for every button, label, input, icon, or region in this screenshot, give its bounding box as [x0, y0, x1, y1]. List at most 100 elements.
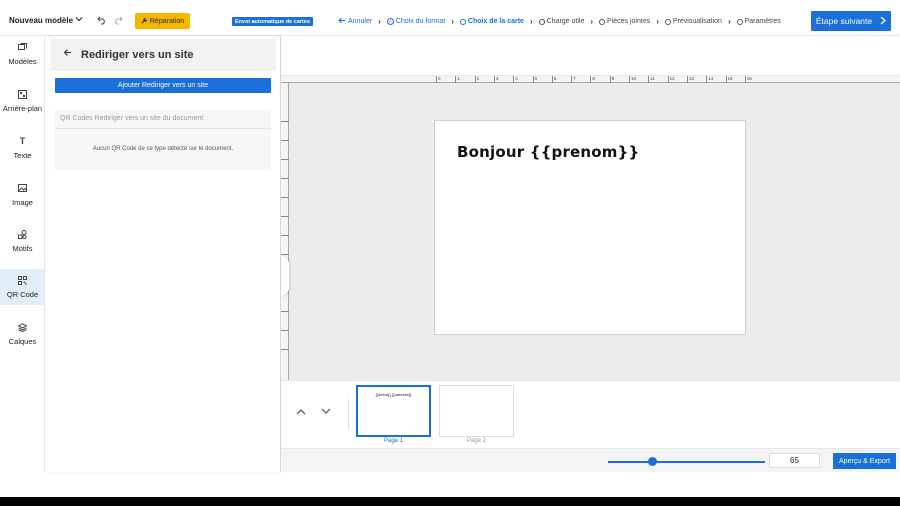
- ruler-tick: [281, 159, 289, 160]
- ruler-tick-label: 12: [667, 76, 675, 83]
- qr-code-list: QR Codes Rediriger vers un site du docum…: [55, 110, 271, 170]
- circle-icon: [664, 18, 671, 25]
- repair-button[interactable]: Réparation: [135, 13, 190, 29]
- ruler-tick: [281, 178, 289, 179]
- card-page[interactable]: Bonjour {{prenom}}: [434, 120, 746, 335]
- ruler-tick-label: 6: [551, 76, 557, 83]
- next-step-label: Étape suivante: [815, 16, 873, 26]
- sidebar-item-layers[interactable]: Calques: [0, 316, 45, 352]
- step-preview[interactable]: Prévisualisation: [664, 18, 722, 25]
- zoom-slider-track[interactable]: [608, 461, 765, 463]
- divider: [348, 399, 349, 429]
- vertical-ruler: [281, 83, 289, 380]
- ruler-tick-label: 4: [513, 76, 518, 83]
- next-step-button[interactable]: Étape suivante: [811, 11, 891, 31]
- zoom-slider-handle[interactable]: [647, 457, 657, 466]
- sidebar-item-image[interactable]: Image: [0, 177, 45, 213]
- arrow-down-icon[interactable]: [321, 407, 331, 418]
- ruler-tick-label: 8: [590, 76, 595, 83]
- step-card[interactable]: Choix de la carte: [459, 18, 524, 25]
- divider: [55, 128, 271, 129]
- ruler-tick: [281, 254, 289, 255]
- toolbar-band: [281, 36, 900, 76]
- qr-code-panel: Rediriger vers un site Ajouter Rediriger…: [46, 36, 281, 472]
- background-icon: [18, 89, 27, 99]
- ruler-tick-label: 14: [706, 76, 714, 83]
- redo-icon[interactable]: [113, 15, 123, 28]
- page-thumbnail-2[interactable]: [439, 385, 514, 437]
- circle-icon: [538, 18, 545, 25]
- ruler-tick-label: 5: [532, 76, 538, 83]
- step-settings[interactable]: Paramètres: [736, 18, 781, 25]
- sidebar-item-text[interactable]: T Texte: [0, 130, 45, 166]
- step-separator-icon: ›: [378, 17, 381, 26]
- ruler-tick-label: 9: [609, 76, 615, 83]
- repair-label: Réparation: [149, 17, 185, 25]
- zoom-bar: 65 Aperçu & Export: [281, 448, 900, 472]
- app-window: Nouveau modèle Réparation Envoi automati…: [0, 0, 900, 497]
- auto-send-badge: Envoi automatique de cartes: [232, 17, 313, 26]
- wizard-steps: Annuler › ✓ Choix du format › Choix de l…: [338, 17, 781, 26]
- sidebar-item-shapes[interactable]: Motifs: [0, 223, 45, 259]
- canvas-text-element[interactable]: Bonjour {{prenom}}: [457, 143, 639, 161]
- page-thumbnail-1[interactable]: {{début}} {{adresse}}: [356, 385, 431, 437]
- back-arrow-icon[interactable]: [63, 48, 72, 60]
- step-separator-icon: ›: [727, 17, 731, 26]
- top-bar: Nouveau modèle Réparation Envoi automati…: [0, 6, 900, 36]
- circle-icon: [459, 18, 466, 25]
- preview-export-button[interactable]: Aperçu & Export: [833, 453, 896, 469]
- empty-state-message: Aucun QR Code de ce type détecté sur le …: [92, 146, 234, 152]
- page-label-2: Page 2: [466, 438, 487, 444]
- sidebar-item-templates[interactable]: Modèles: [0, 36, 45, 72]
- layers-icon: [17, 322, 28, 332]
- undo-icon[interactable]: [97, 15, 107, 28]
- add-redirect-button[interactable]: Ajouter Rediriger vers un site: [55, 78, 271, 93]
- ruler-tick: [281, 235, 289, 236]
- zoom-input[interactable]: 65: [769, 453, 820, 468]
- step-separator-icon: ›: [451, 17, 454, 26]
- arrow-left-icon: [338, 17, 346, 26]
- ruler-tick: [281, 216, 289, 217]
- ruler-tick: [281, 311, 289, 312]
- step-attachments[interactable]: Pièces jointes: [599, 18, 650, 25]
- arrow-up-icon[interactable]: [296, 407, 306, 418]
- sidebar-item-background[interactable]: Arrière-plan: [0, 83, 45, 119]
- ruler-tick-label: 13: [686, 76, 694, 83]
- step-separator-icon: ›: [590, 17, 594, 26]
- step-separator-icon: ›: [529, 17, 533, 26]
- circle-icon: [599, 18, 606, 25]
- ruler-tick-label: 1: [455, 76, 460, 83]
- ruler-tick-label: 16: [744, 76, 752, 83]
- qr-list-header: QR Codes Rediriger vers un site du docum…: [60, 115, 204, 122]
- ruler-tick: [281, 197, 289, 198]
- templates-icon: [18, 42, 27, 52]
- ruler-tick: [281, 349, 289, 350]
- step-separator-icon: ›: [656, 17, 659, 26]
- chevron-right-icon: [880, 15, 887, 27]
- step-format[interactable]: ✓ Choix du format: [386, 18, 445, 25]
- ruler-tick: [281, 140, 289, 141]
- thumbnail-preview-text: {{début}} {{adresse}}: [375, 392, 412, 397]
- ruler-tick: [281, 121, 289, 122]
- shapes-icon: [18, 229, 27, 239]
- chevron-down-icon[interactable]: [75, 15, 83, 25]
- pages-bar: {{début}} {{adresse}} Page 1 Page 2: [281, 380, 900, 448]
- ruler-tick-label: 7: [571, 76, 576, 83]
- left-sidebar: Modèles Arrière-plan T Texte Image Motif…: [0, 36, 45, 472]
- sidebar-item-qr-code[interactable]: QR Code: [0, 269, 45, 305]
- image-icon: [18, 183, 27, 193]
- ruler-tick-label: 3: [493, 76, 499, 83]
- document-title[interactable]: Nouveau modèle: [9, 16, 73, 25]
- ruler-tick: [281, 330, 289, 331]
- ruler-tick-label: 0: [436, 76, 441, 83]
- check-circle-icon: ✓: [386, 18, 394, 25]
- step-payload[interactable]: Charge utile: [538, 18, 584, 25]
- ruler-tick-label: 11: [648, 76, 655, 83]
- step-cancel[interactable]: Annuler: [338, 17, 372, 26]
- text-icon: T: [19, 135, 26, 146]
- circle-icon: [736, 18, 743, 25]
- panel-collapse-handle[interactable]: [281, 256, 289, 296]
- wrench-icon: [141, 17, 148, 26]
- qr-code-icon: [18, 275, 27, 285]
- ruler-tick-label: 10: [629, 76, 637, 83]
